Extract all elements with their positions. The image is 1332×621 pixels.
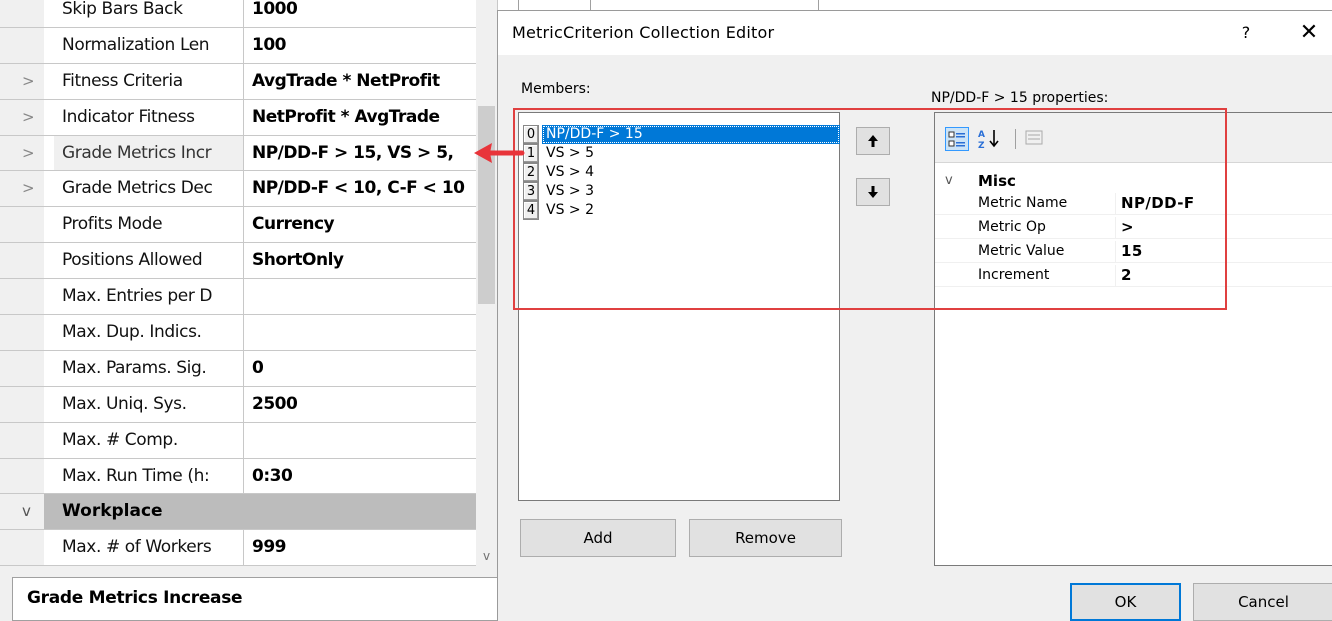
- property-name: Max. # of Workers: [54, 530, 244, 566]
- add-button[interactable]: Add: [520, 519, 676, 557]
- expander-icon: [22, 387, 42, 422]
- chevron-right-icon[interactable]: >: [22, 136, 42, 171]
- property-name: Positions Allowed: [54, 243, 244, 279]
- property-name: Max. Dup. Indics.: [54, 315, 244, 350]
- cancel-button[interactable]: Cancel: [1193, 583, 1332, 621]
- ok-button[interactable]: OK: [1070, 583, 1181, 621]
- grid-row-max-dup-indics[interactable]: Max. Dup. Indics.: [0, 315, 476, 351]
- chevron-right-icon[interactable]: >: [22, 64, 42, 99]
- property-name: Grade Metrics Incr: [54, 135, 244, 171]
- property-description-pane: Grade Metrics Increase: [12, 577, 497, 621]
- expander-icon: [22, 0, 42, 27]
- grid-category-workplace[interactable]: v Workplace: [0, 494, 476, 531]
- expander-icon: [22, 279, 42, 314]
- strip-divider: [818, 0, 819, 10]
- expander-icon: [22, 243, 42, 278]
- grid-row-max-workers[interactable]: Max. # of Workers 999: [0, 530, 476, 567]
- category-label: Workplace: [62, 501, 163, 522]
- callout-arrow-icon: [474, 143, 525, 163]
- property-name: Normalization Len: [54, 27, 244, 63]
- chevron-right-icon[interactable]: >: [22, 100, 42, 135]
- property-name: Max. # Comp.: [54, 422, 244, 458]
- collection-editor-dialog: MetricCriterion Collection Editor ? ✕ Me…: [497, 10, 1332, 621]
- grid-scrollbar[interactable]: v: [476, 0, 497, 576]
- property-name: Skip Bars Back: [54, 0, 244, 27]
- strip-divider: [590, 0, 591, 10]
- expander-icon: [22, 207, 42, 242]
- property-value[interactable]: ShortOnly: [244, 243, 476, 278]
- grid-row-max-run-time[interactable]: Max. Run Time (h: 0:30: [0, 458, 476, 495]
- annotation-highlight-box: [513, 108, 1227, 310]
- scrollbar-thumb[interactable]: [478, 106, 495, 304]
- grid-row-max-entries[interactable]: Max. Entries per D: [0, 279, 476, 316]
- remove-button[interactable]: Remove: [689, 519, 842, 557]
- grid-row-skip-bars-back[interactable]: Skip Bars Back 1000: [0, 0, 476, 28]
- property-name: Profits Mode: [54, 207, 244, 243]
- property-name: Fitness Criteria: [54, 63, 244, 99]
- property-name: Max. Params. Sig.: [54, 350, 244, 386]
- property-grid-rows: Skip Bars Back 1000 Normalization Len 10…: [0, 0, 476, 567]
- property-value[interactable]: 0: [244, 351, 476, 386]
- help-button[interactable]: ?: [1226, 17, 1266, 49]
- property-value[interactable]: Currency: [244, 207, 476, 242]
- property-name: Max. Uniq. Sys.: [54, 386, 244, 422]
- members-label: Members:: [521, 81, 591, 97]
- background-toolbar-strip: [497, 0, 1332, 10]
- property-grid: Skip Bars Back 1000 Normalization Len 10…: [0, 0, 497, 621]
- property-value[interactable]: [244, 423, 476, 458]
- grid-row-indicator-fitness[interactable]: > Indicator Fitness NetProfit * AvgTrade: [0, 99, 476, 136]
- grid-row-max-params-sig[interactable]: Max. Params. Sig. 0: [0, 350, 476, 387]
- grid-row-positions-allowed[interactable]: Positions Allowed ShortOnly: [0, 243, 476, 280]
- grid-row-normalization-length[interactable]: Normalization Len 100: [0, 27, 476, 64]
- property-name: Indicator Fitness: [54, 99, 244, 135]
- expander-icon: [22, 423, 42, 458]
- close-button[interactable]: ✕: [1288, 17, 1330, 49]
- property-name: Grade Metrics Dec: [54, 171, 244, 207]
- property-value[interactable]: 999: [244, 530, 476, 565]
- property-value[interactable]: [244, 315, 476, 350]
- chevron-right-icon[interactable]: >: [22, 171, 42, 206]
- grid-edge: [0, 577, 12, 621]
- dialog-titlebar[interactable]: MetricCriterion Collection Editor ? ✕: [498, 11, 1332, 55]
- row-gutter: [0, 530, 44, 566]
- property-value[interactable]: 100: [244, 28, 476, 63]
- strip-divider: [518, 0, 519, 10]
- grid-row-grade-metrics-increase[interactable]: > Grade Metrics Incr NP/DD-F > 15, VS > …: [0, 135, 476, 172]
- grid-row-grade-metrics-decrease[interactable]: > Grade Metrics Dec NP/DD-F < 10, C-F < …: [0, 171, 476, 208]
- expander-icon: [22, 351, 42, 386]
- property-value[interactable]: AvgTrade * NetProfit: [244, 64, 476, 99]
- expander-icon: [22, 315, 42, 350]
- description-title: Grade Metrics Increase: [27, 588, 243, 608]
- property-value[interactable]: [244, 279, 476, 314]
- property-value[interactable]: 1000: [244, 0, 476, 27]
- property-value[interactable]: 2500: [244, 387, 476, 422]
- grid-row-profits-mode[interactable]: Profits Mode Currency: [0, 207, 476, 244]
- grid-row-max-uniq-sys[interactable]: Max. Uniq. Sys. 2500: [0, 386, 476, 423]
- grid-row-max-comp[interactable]: Max. # Comp.: [0, 422, 476, 459]
- scroll-down-arrow-icon[interactable]: v: [478, 546, 495, 566]
- property-name: Max. Entries per D: [54, 279, 244, 315]
- grid-row-fitness-criteria[interactable]: > Fitness Criteria AvgTrade * NetProfit: [0, 63, 476, 100]
- property-value[interactable]: 0:30: [244, 459, 476, 494]
- property-name: Max. Run Time (h:: [54, 458, 244, 494]
- dialog-title: MetricCriterion Collection Editor: [512, 23, 775, 42]
- properties-label: NP/DD-F > 15 properties:: [931, 90, 1109, 106]
- property-value[interactable]: NP/DD-F < 10, C-F < 10: [244, 171, 476, 206]
- chevron-down-icon[interactable]: v: [22, 494, 42, 529]
- expander-icon: [22, 28, 42, 63]
- property-value[interactable]: NetProfit * AvgTrade: [244, 100, 476, 135]
- expander-icon: [22, 459, 42, 494]
- property-value[interactable]: NP/DD-F > 15, VS > 5,: [244, 136, 476, 171]
